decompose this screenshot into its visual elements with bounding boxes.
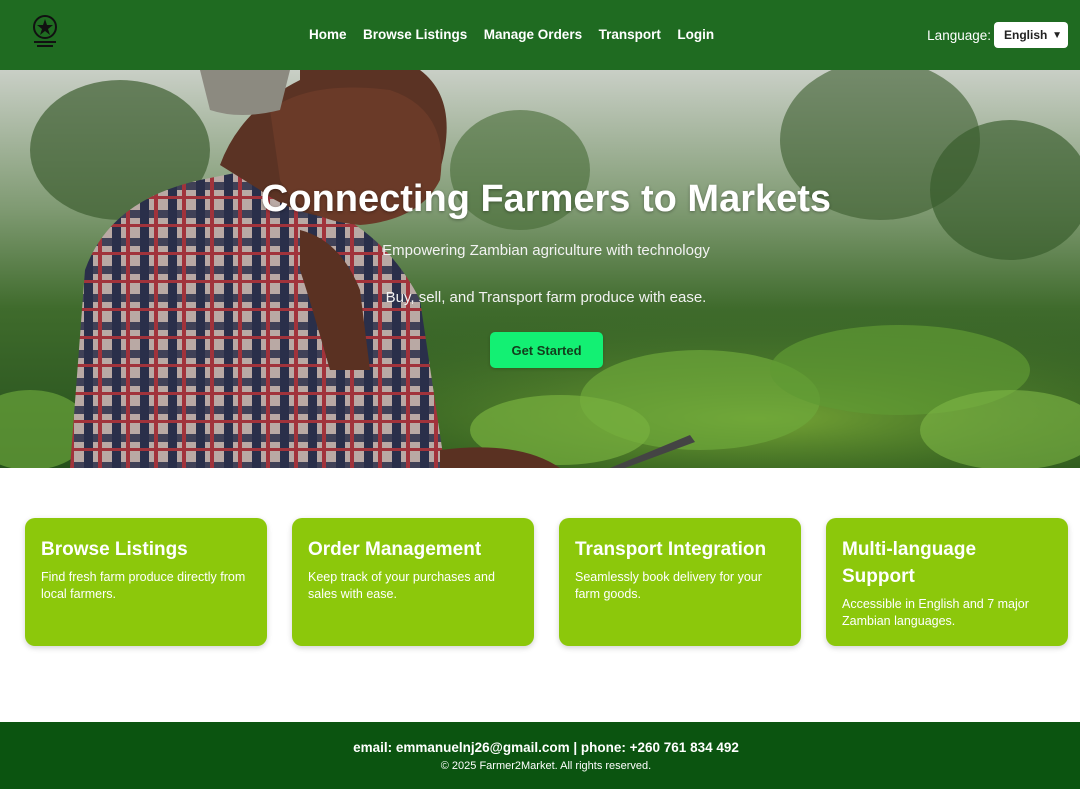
feature-title: Browse Listings [41,539,188,560]
site-footer: email: emmanuelnj26@gmail.com | phone: +… [0,722,1080,789]
nav-manage-orders[interactable]: Manage Orders [484,27,582,42]
feature-card-multi-language: Multi-language Support Accessible in Eng… [826,518,1068,646]
hero-tagline: Buy, sell, and Transport farm produce wi… [385,289,707,306]
footer-copyright: © 2025 Farmer2Market. All rights reserve… [440,760,652,772]
feature-text: Keep track of your purchases and sales w… [308,570,495,601]
language-selector: Language: English ▼ [927,22,1068,48]
logo[interactable] [30,14,60,50]
feature-text: Seamlessly book delivery for your farm g… [575,570,762,601]
hero-image [0,70,1080,468]
feature-text: Accessible in English and 7 major Zambia… [842,597,1029,628]
hero-subtitle: Empowering Zambian agriculture with tech… [382,242,710,259]
feature-card-browse-listings: Browse Listings Find fresh farm produce … [25,518,267,646]
footer-contact: email: emmanuelnj26@gmail.com | phone: +… [353,740,739,755]
hero-title: Connecting Farmers to Markets [260,178,832,220]
language-label: Language: [927,27,991,43]
language-value: English [1004,28,1048,42]
feature-title: Multi-language Support [842,539,977,587]
get-started-button[interactable]: Get Started [490,332,603,368]
language-select[interactable]: English ▼ [994,22,1068,48]
site-header: Home Browse Listings Manage Orders Trans… [0,0,1080,70]
main-nav: Home Browse Listings Manage Orders Trans… [309,27,731,42]
feature-card-transport-integration: Transport Integration Seamlessly book de… [559,518,801,646]
nav-browse-listings[interactable]: Browse Listings [363,27,467,42]
nav-login[interactable]: Login [677,27,714,42]
nav-home[interactable]: Home [309,27,347,42]
hero-section: Connecting Farmers to Markets Empowering… [0,70,1080,468]
feature-title: Transport Integration [575,539,767,560]
feature-card-order-management: Order Management Keep track of your purc… [292,518,534,646]
nav-transport[interactable]: Transport [599,27,661,42]
chevron-down-icon: ▼ [1052,29,1062,41]
feature-text: Find fresh farm produce directly from lo… [41,570,246,601]
feature-title: Order Management [308,539,482,560]
